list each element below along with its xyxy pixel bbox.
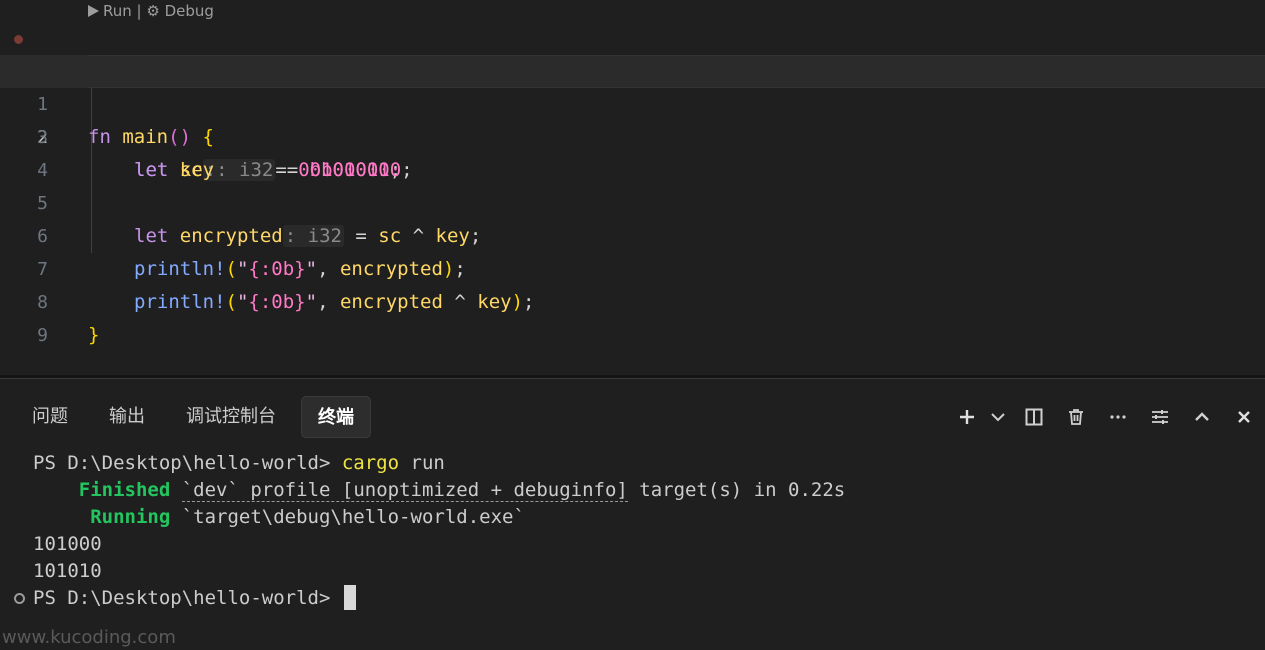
current-line-highlight — [88, 55, 1265, 88]
code-line[interactable]: 3 let key: i32 = 0b000010; — [0, 88, 1265, 181]
code-text: } — [88, 324, 100, 346]
code-line[interactable]: 6 println!("{:0b}", encrypted); — [0, 187, 1265, 280]
debug-codelens[interactable]: ⚙ Debug — [146, 2, 214, 20]
chevron-up-icon[interactable] — [1181, 396, 1223, 438]
play-icon — [88, 5, 99, 17]
code-line[interactable]: 1 fn main() { — [0, 22, 1265, 148]
code-editor[interactable]: Run | ⚙ Debug 1 fn main() { 2 let sc: i3… — [0, 0, 1265, 375]
codelens-separator: | — [136, 2, 142, 20]
panel-tabs: 问题 输出 调试控制台 终端 — [16, 396, 380, 438]
code-line[interactable]: 4 — [0, 121, 1265, 181]
run-codelens[interactable]: Run — [88, 2, 132, 20]
tab-terminal[interactable]: 终端 — [301, 396, 371, 438]
tab-problems[interactable]: 问题 — [16, 396, 84, 438]
code-line[interactable]: 8 } — [0, 253, 1265, 346]
terminal-line: Finished `dev` profile [unoptimized + de… — [78, 479, 846, 502]
command-decoration-icon[interactable] — [14, 593, 25, 604]
terminal-line: Running `target\debug\hello-world.exe` — [90, 506, 525, 528]
code-line-current[interactable]: 2 let sc: i32 = 0b101010; — [0, 55, 1265, 181]
terminal-line: PS D:\Desktop\hello-world> cargo run — [33, 452, 445, 474]
line-number: 9 — [37, 325, 48, 346]
code-line[interactable]: 7 println!("{:0b}", encrypted ^ key); — [0, 220, 1265, 313]
tab-output[interactable]: 输出 — [93, 396, 161, 438]
codelens: Run | ⚙ Debug — [88, 0, 214, 22]
close-icon[interactable] — [1223, 396, 1265, 438]
watermark: www.kucoding.com — [2, 627, 176, 648]
bottom-panel: 问题 输出 调试控制台 终端 PS D:\Desktop\hello-world… — [0, 378, 1265, 650]
terminal-line: 101010 — [33, 560, 102, 582]
gear-icon: ⚙ — [146, 2, 160, 20]
terminal-cursor — [343, 585, 356, 610]
trash-icon[interactable] — [1055, 396, 1097, 438]
layout-icon[interactable] — [1139, 396, 1181, 438]
terminal-line: PS D:\Desktop\hello-world> — [33, 585, 1253, 612]
chevron-down-icon[interactable] — [983, 396, 1013, 438]
more-icon[interactable] — [1097, 396, 1139, 438]
code-line[interactable]: 5 let encrypted: i32 = sc ^ key; — [0, 154, 1265, 247]
terminal-link[interactable]: `dev` profile [unoptimized + debuginfo] — [181, 479, 628, 502]
terminal-line: 101000 — [33, 533, 102, 555]
panel-actions — [951, 396, 1265, 438]
split-icon[interactable] — [1013, 396, 1055, 438]
code-line[interactable]: 9 — [0, 286, 1265, 346]
tab-debug-console[interactable]: 调试控制台 — [170, 396, 292, 438]
terminal-output[interactable]: PS D:\Desktop\hello-world> cargo run Fin… — [33, 450, 1253, 612]
breakpoint-hint-icon[interactable] — [14, 35, 23, 44]
plus-icon[interactable] — [951, 396, 983, 438]
